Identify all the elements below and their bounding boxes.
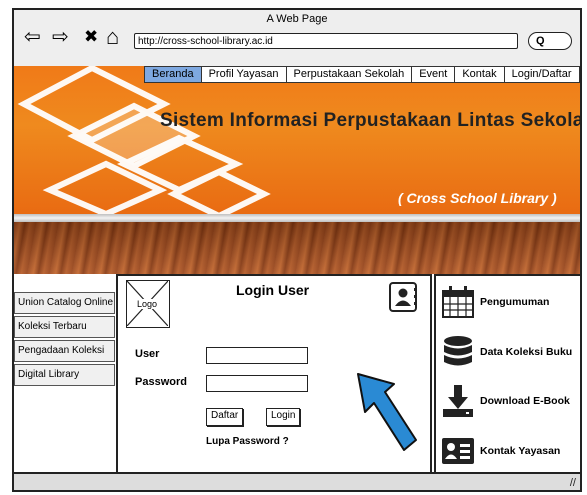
sidebar-item-union-catalog[interactable]: Union Catalog Online [14, 292, 115, 314]
forgot-password-link[interactable]: Lupa Password ? [206, 436, 289, 447]
right-item-label: Kontak Yayasan [480, 445, 561, 457]
wood-floor-banner [14, 222, 580, 274]
sidebar: Union Catalog Online Koleksi Terbaru Pen… [14, 292, 115, 388]
right-item-label: Pengumuman [480, 296, 550, 308]
calendar-icon [442, 286, 474, 318]
header-divider [14, 214, 580, 222]
logo-placeholder: Logo [126, 280, 170, 328]
user-input[interactable] [206, 347, 308, 364]
sidebar-item-pengadaan-koleksi[interactable]: Pengadaan Koleksi [14, 340, 115, 362]
search-box[interactable]: Q [528, 32, 572, 50]
right-item-download-ebook[interactable]: Download E-Book [436, 381, 580, 421]
header-banner: Beranda Profil Yayasan Perpustakaan Seko… [14, 66, 580, 214]
download-icon [443, 385, 473, 417]
close-icon[interactable]: ✖ [84, 26, 98, 48]
database-icon [444, 336, 472, 366]
login-button[interactable]: Login [266, 408, 301, 426]
status-bar: // [14, 472, 580, 490]
home-icon[interactable]: ⌂ [106, 26, 119, 48]
menu-item-beranda[interactable]: Beranda [144, 66, 202, 83]
pointer-arrow-icon [357, 373, 417, 451]
menu-item-profil-yayasan[interactable]: Profil Yayasan [200, 66, 287, 83]
login-title: Login User [236, 282, 310, 298]
browser-window: A Web Page ⇦ ⇨ ✖ ⌂ http://cross-school-l… [12, 8, 582, 492]
right-item-label: Download E-Book [480, 395, 570, 407]
logo-label: Logo [137, 299, 158, 309]
window-title: A Web Page [266, 13, 328, 25]
menu-item-kontak[interactable]: Kontak [454, 66, 505, 83]
resize-grip-icon[interactable]: // [570, 477, 576, 489]
password-label: Password [135, 376, 187, 388]
site-title: Sistem Informasi Perpustakaan Lintas Sek… [160, 110, 580, 131]
menu-item-login-daftar[interactable]: Login/Daftar [503, 66, 580, 83]
sidebar-item-koleksi-terbaru[interactable]: Koleksi Terbaru [14, 316, 115, 338]
forward-icon[interactable]: ⇨ [52, 26, 69, 48]
browser-titlebar: A Web Page ⇦ ⇨ ✖ ⌂ http://cross-school-l… [14, 10, 580, 68]
search-icon: Q [536, 35, 545, 47]
right-item-label: Data Koleksi Buku [480, 346, 573, 358]
right-item-kontak-yayasan[interactable]: Kontak Yayasan [436, 431, 580, 471]
daftar-button[interactable]: Daftar [206, 408, 244, 426]
menu-item-perpustakaan-sekolah[interactable]: Perpustakaan Sekolah [285, 66, 413, 83]
main-menu: Beranda Profil Yayasan Perpustakaan Seko… [144, 66, 580, 83]
right-item-pengumuman[interactable]: Pengumuman [436, 282, 580, 322]
site-subtitle: ( Cross School Library ) [398, 190, 557, 206]
back-icon[interactable]: ⇦ [24, 26, 41, 48]
contact-card-icon [389, 282, 417, 312]
user-label: User [135, 348, 160, 360]
menu-item-event[interactable]: Event [411, 66, 456, 83]
contact-card-icon [442, 438, 474, 464]
login-panel: Logo Login User User Password Daftar Log… [116, 274, 432, 478]
right-panel: Pengumuman Data Koleksi Buku Download E-… [434, 274, 580, 478]
sidebar-item-digital-library[interactable]: Digital Library [14, 364, 115, 386]
right-item-data-koleksi[interactable]: Data Koleksi Buku [436, 332, 580, 372]
url-bar[interactable]: http://cross-school-library.ac.id [134, 33, 518, 49]
password-input[interactable] [206, 375, 308, 392]
